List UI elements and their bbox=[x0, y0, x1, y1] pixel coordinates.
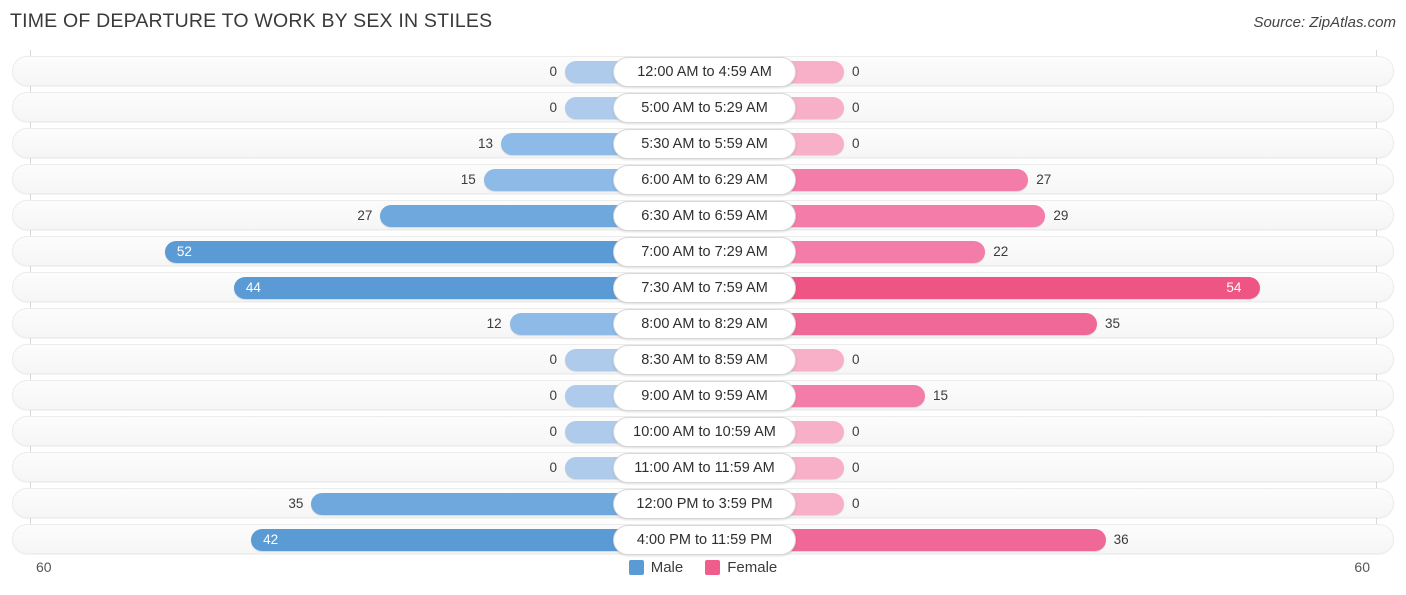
legend-item-male[interactable]: Male bbox=[628, 559, 684, 576]
row-content: 0 0 10:00 AM to 10:59 AM bbox=[13, 417, 1393, 447]
category-label: 7:00 AM to 7:29 AM bbox=[613, 237, 796, 267]
table-row: 27 29 6:30 AM to 6:59 AM bbox=[12, 200, 1394, 231]
category-label: 6:00 AM to 6:29 AM bbox=[613, 165, 796, 195]
row-content: 35 0 12:00 PM to 3:59 PM bbox=[13, 489, 1393, 519]
bar-value-female: 0 bbox=[852, 352, 860, 367]
diverging-bar-chart: 0 0 12:00 AM to 4:59 AM 0 0 5:00 AM to 5:29 A… bbox=[0, 50, 1406, 555]
table-row: 44 54 7:30 AM to 7:59 AM bbox=[12, 272, 1394, 303]
legend-label-male: Male bbox=[650, 559, 684, 576]
bar-value-female: 36 bbox=[1113, 532, 1129, 547]
bar-value-female: 0 bbox=[852, 496, 860, 511]
bar-value-male: 0 bbox=[549, 352, 557, 367]
bar-male[interactable] bbox=[483, 169, 633, 191]
bar-female[interactable] bbox=[776, 385, 925, 407]
row-content: 44 54 7:30 AM to 7:59 AM bbox=[13, 273, 1393, 303]
table-row: 0 0 8:30 AM to 8:59 AM bbox=[12, 344, 1394, 375]
category-label: 6:30 AM to 6:59 AM bbox=[613, 201, 796, 231]
page-title: TIME OF DEPARTURE TO WORK BY SEX IN STIL… bbox=[10, 10, 493, 32]
bar-male[interactable] bbox=[251, 529, 633, 551]
bar-female[interactable] bbox=[776, 169, 1029, 191]
bar-female[interactable] bbox=[776, 277, 1261, 299]
bar-value-female: 54 bbox=[1226, 280, 1242, 295]
category-label: 4:00 PM to 11:59 PM bbox=[613, 525, 796, 555]
bar-value-female: 29 bbox=[1053, 208, 1069, 223]
row-content: 13 0 5:30 AM to 5:59 AM bbox=[13, 129, 1393, 159]
bar-male[interactable] bbox=[164, 241, 633, 263]
bar-value-male: 44 bbox=[245, 280, 261, 295]
row-content: 12 35 8:00 AM to 8:29 AM bbox=[13, 309, 1393, 339]
bar-male[interactable] bbox=[311, 493, 633, 515]
bar-value-male: 0 bbox=[549, 388, 557, 403]
bar-value-female: 0 bbox=[852, 64, 860, 79]
bar-value-female: 22 bbox=[993, 244, 1009, 259]
category-label: 9:00 AM to 9:59 AM bbox=[613, 381, 796, 411]
row-content: 42 36 4:00 PM to 11:59 PM bbox=[13, 525, 1393, 555]
row-content: 15 27 6:00 AM to 6:29 AM bbox=[13, 165, 1393, 195]
legend-item-female[interactable]: Female bbox=[705, 559, 777, 576]
legend-label-female: Female bbox=[727, 559, 778, 576]
table-row: 13 0 5:30 AM to 5:59 AM bbox=[12, 128, 1394, 159]
bar-value-female: 0 bbox=[852, 136, 860, 151]
table-row: 0 0 10:00 AM to 10:59 AM bbox=[12, 416, 1394, 447]
bar-value-male: 15 bbox=[460, 172, 476, 187]
source-attribution: Source: ZipAtlas.com bbox=[1253, 14, 1396, 31]
row-content: 52 22 7:00 AM to 7:29 AM bbox=[13, 237, 1393, 267]
bar-value-male: 0 bbox=[549, 424, 557, 439]
chart-header: TIME OF DEPARTURE TO WORK BY SEX IN STIL… bbox=[0, 0, 1406, 44]
category-label: 5:00 AM to 5:29 AM bbox=[613, 93, 796, 123]
bar-female[interactable] bbox=[776, 313, 1097, 335]
bar-value-male: 35 bbox=[288, 496, 304, 511]
bar-female[interactable] bbox=[776, 529, 1106, 551]
row-content: 0 0 12:00 AM to 4:59 AM bbox=[13, 57, 1393, 87]
chart-footer: 60 60 Male Female bbox=[0, 555, 1406, 595]
table-row: 15 27 6:00 AM to 6:29 AM bbox=[12, 164, 1394, 195]
legend-swatch-male-icon bbox=[628, 560, 644, 575]
category-label: 8:00 AM to 8:29 AM bbox=[613, 309, 796, 339]
bar-value-male: 0 bbox=[549, 100, 557, 115]
bar-value-female: 0 bbox=[852, 100, 860, 115]
bar-value-female: 0 bbox=[852, 424, 860, 439]
table-row: 0 0 11:00 AM to 11:59 AM bbox=[12, 452, 1394, 483]
bar-value-male: 12 bbox=[486, 316, 502, 331]
table-row: 52 22 7:00 AM to 7:29 AM bbox=[12, 236, 1394, 267]
bar-female[interactable] bbox=[776, 241, 986, 263]
row-content: 27 29 6:30 AM to 6:59 AM bbox=[13, 201, 1393, 231]
table-row: 0 0 12:00 AM to 4:59 AM bbox=[12, 56, 1394, 87]
bar-value-male: 13 bbox=[477, 136, 493, 151]
category-label: 5:30 AM to 5:59 AM bbox=[613, 129, 796, 159]
category-label: 11:00 AM to 11:59 AM bbox=[613, 453, 796, 483]
category-label: 8:30 AM to 8:59 AM bbox=[613, 345, 796, 375]
bar-female[interactable] bbox=[776, 205, 1046, 227]
category-label: 7:30 AM to 7:59 AM bbox=[613, 273, 796, 303]
category-label: 10:00 AM to 10:59 AM bbox=[613, 417, 796, 447]
chart-legend: Male Female bbox=[0, 559, 1406, 576]
bar-value-female: 35 bbox=[1105, 316, 1121, 331]
table-row: 42 36 4:00 PM to 11:59 PM bbox=[12, 524, 1394, 555]
bar-value-male: 0 bbox=[549, 64, 557, 79]
bar-value-female: 27 bbox=[1036, 172, 1052, 187]
bar-value-male: 0 bbox=[549, 460, 557, 475]
category-label: 12:00 PM to 3:59 PM bbox=[613, 489, 796, 519]
bar-value-female: 15 bbox=[933, 388, 949, 403]
bar-value-female: 0 bbox=[852, 460, 860, 475]
table-row: 12 35 8:00 AM to 8:29 AM bbox=[12, 308, 1394, 339]
row-content: 0 15 9:00 AM to 9:59 AM bbox=[13, 381, 1393, 411]
bar-male[interactable] bbox=[380, 205, 633, 227]
row-content: 0 0 5:00 AM to 5:29 AM bbox=[13, 93, 1393, 123]
row-content: 0 0 8:30 AM to 8:59 AM bbox=[13, 345, 1393, 375]
table-row: 0 0 5:00 AM to 5:29 AM bbox=[12, 92, 1394, 123]
bar-value-male: 42 bbox=[263, 532, 279, 547]
bar-value-male: 52 bbox=[176, 244, 192, 259]
table-row: 0 15 9:00 AM to 9:59 AM bbox=[12, 380, 1394, 411]
row-content: 0 0 11:00 AM to 11:59 AM bbox=[13, 453, 1393, 483]
category-label: 12:00 AM to 4:59 AM bbox=[613, 57, 796, 87]
bar-male[interactable] bbox=[233, 277, 633, 299]
table-row: 35 0 12:00 PM to 3:59 PM bbox=[12, 488, 1394, 519]
bar-value-male: 27 bbox=[357, 208, 373, 223]
legend-swatch-female-icon bbox=[705, 560, 721, 575]
